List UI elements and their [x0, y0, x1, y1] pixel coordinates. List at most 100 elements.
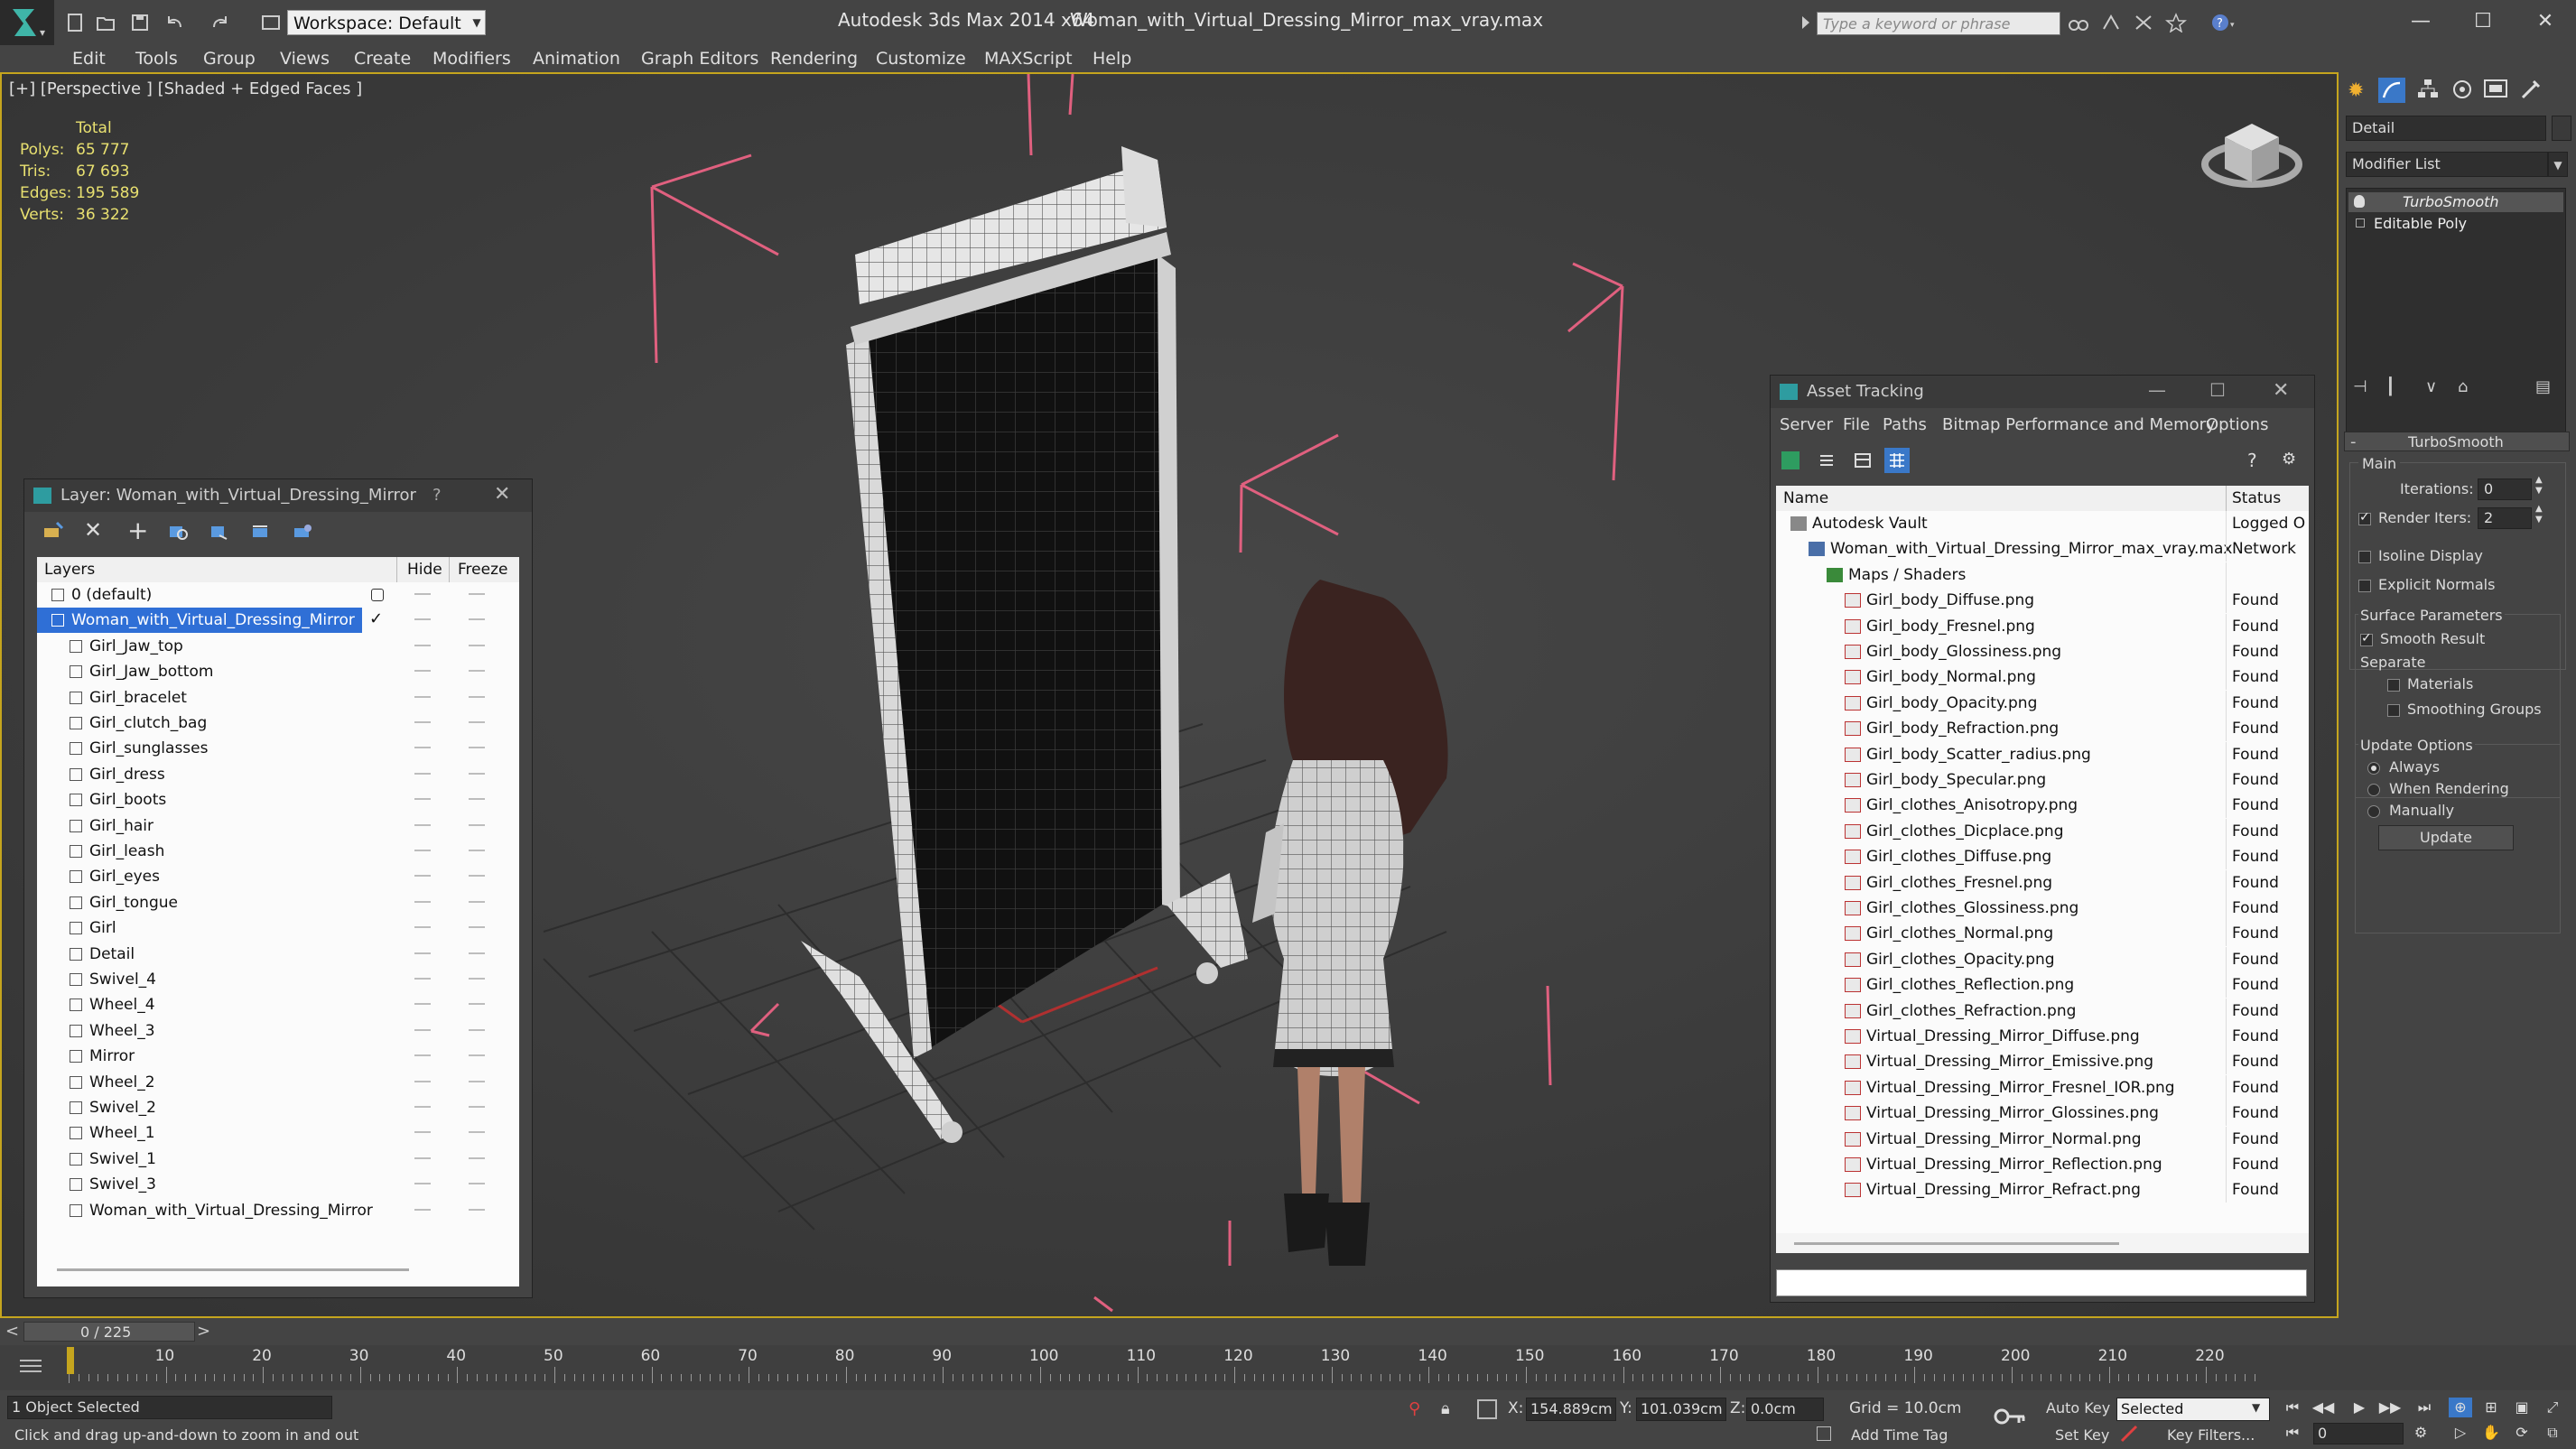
asset-row[interactable]: Girl_clothes_Opacity.png Found: [1776, 946, 2309, 972]
freeze-toggle[interactable]: [469, 900, 485, 903]
configure-sets-icon[interactable]: ▤: [2535, 377, 2551, 396]
create-tab-icon[interactable]: ✹: [2348, 79, 2364, 102]
menu-tools[interactable]: Tools: [135, 49, 178, 69]
always-radio[interactable]: [2367, 762, 2380, 775]
hide-toggle[interactable]: [414, 618, 431, 621]
asset-menu-file[interactable]: File: [1843, 415, 1870, 434]
time-slider[interactable]: < 0 / 225 >: [0, 1318, 2576, 1345]
hide-toggle[interactable]: [414, 747, 431, 749]
zoom-extents-icon[interactable]: ▣: [2510, 1398, 2534, 1417]
object-name-field[interactable]: Detail: [2346, 116, 2546, 141]
key-mode-icon[interactable]: ⏮: [2281, 1423, 2304, 1443]
freeze-toggle[interactable]: [469, 1131, 485, 1134]
hide-toggle[interactable]: [414, 823, 431, 826]
column-layers[interactable]: Layers: [44, 561, 95, 579]
isolate-selection-icon[interactable]: ⚲: [1409, 1399, 1420, 1418]
layer-row[interactable]: Wheel_4: [37, 992, 516, 1017]
layer-row[interactable]: Detail: [37, 942, 516, 967]
menu-edit[interactable]: Edit: [72, 49, 106, 69]
communication-icon[interactable]: [2133, 13, 2154, 33]
smooth-result-checkbox[interactable]: [2360, 631, 2373, 646]
viewport-label[interactable]: [+] [Perspective ] [Shaded + Edged Faces…: [9, 79, 362, 98]
modifier-list-dropdown[interactable]: Modifier List: [2346, 152, 2548, 177]
when-rendering-radio[interactable]: [2367, 784, 2380, 796]
freeze-toggle[interactable]: [469, 1080, 485, 1082]
pan-view-icon[interactable]: ✋: [2479, 1423, 2503, 1443]
freeze-toggle[interactable]: [469, 618, 485, 621]
asset-row[interactable]: Girl_clothes_Refraction.png Found: [1776, 998, 2309, 1024]
project-folder-icon[interactable]: [260, 13, 282, 33]
lightbulb-icon[interactable]: [2354, 195, 2365, 208]
orbit-icon[interactable]: ⟳: [2510, 1423, 2534, 1443]
layer-row[interactable]: Girl_bracelet: [37, 685, 516, 711]
asset-row[interactable]: Girl_body_Scatter_radius.png Found: [1776, 741, 2309, 767]
minimize-button[interactable]: —: [2400, 5, 2441, 38]
object-color-swatch[interactable]: [2552, 116, 2571, 141]
iterations-spinner[interactable]: 0: [2478, 478, 2532, 500]
layer-row[interactable]: Girl_clutch_bag: [37, 711, 516, 736]
menu-maxscript[interactable]: MAXScript: [984, 49, 1073, 69]
freeze-toggle[interactable]: [469, 850, 485, 851]
render-iters-spinner[interactable]: 2: [2478, 507, 2532, 529]
asset-row[interactable]: Girl_body_Refraction.png Found: [1776, 716, 2309, 742]
freeze-toggle[interactable]: [469, 1208, 485, 1211]
show-end-result-icon[interactable]: ┃: [2385, 377, 2395, 396]
freeze-toggle[interactable]: [469, 772, 485, 775]
motion-tab-icon[interactable]: [2450, 78, 2474, 101]
hide-toggle[interactable]: [414, 1054, 431, 1057]
dialog-titlebar[interactable]: Asset Tracking — ☐ ✕: [1771, 376, 2314, 408]
minimize-icon[interactable]: —: [2148, 379, 2166, 401]
menu-views[interactable]: Views: [280, 49, 330, 69]
freeze-toggle[interactable]: [469, 670, 485, 673]
list-view-icon[interactable]: [1818, 451, 1836, 469]
freeze-toggle[interactable]: [469, 593, 485, 595]
asset-row[interactable]: Girl_clothes_Normal.png Found: [1776, 921, 2309, 947]
layer-row[interactable]: Swivel_3: [37, 1172, 516, 1197]
maximize-button[interactable]: ☐: [2462, 5, 2504, 38]
asset-row[interactable]: Virtual_Dressing_Mirror_Emissive.png Foun…: [1776, 1049, 2309, 1075]
freeze-toggle[interactable]: [469, 1028, 485, 1031]
chevron-down-icon[interactable]: ▼: [2252, 1401, 2260, 1414]
column-hide[interactable]: Hide: [407, 561, 442, 579]
freeze-toggle[interactable]: [469, 695, 485, 698]
asset-row[interactable]: Girl_clothes_Fresnel.png Found: [1776, 869, 2309, 896]
zoom-icon[interactable]: ⊕: [2449, 1398, 2472, 1417]
layer-row[interactable]: Swivel_4: [37, 967, 516, 992]
stack-item-turbosmooth[interactable]: TurboSmooth: [2348, 192, 2563, 212]
menu-animation[interactable]: Animation: [533, 49, 620, 69]
asset-row[interactable]: Virtual_Dressing_Mirror_Refract.png Found: [1776, 1177, 2309, 1203]
highlight-layer-icon[interactable]: [209, 521, 230, 541]
asset-row[interactable]: Virtual_Dressing_Mirror_Glossines.png Fou…: [1776, 1101, 2309, 1127]
menu-modifiers[interactable]: Modifiers: [432, 49, 511, 69]
expand-icon[interactable]: [2356, 218, 2365, 228]
update-button[interactable]: Update: [2378, 825, 2514, 850]
asset-row[interactable]: Woman_with_Virtual_Dressing_Mirror_max_v…: [1776, 536, 2309, 562]
explicit-normals-checkbox[interactable]: [2358, 580, 2371, 592]
hide-toggle[interactable]: [414, 593, 431, 595]
freeze-toggle[interactable]: [469, 952, 485, 954]
search-input[interactable]: Type a keyword or phrase: [1817, 12, 2060, 35]
layer-row[interactable]: Woman_with_Virtual_Dressing_Mirror: [37, 1198, 516, 1223]
spinner-arrows-icon[interactable]: ▲ ▼: [2535, 504, 2543, 525]
time-slider-thumb[interactable]: 0 / 225: [23, 1322, 195, 1342]
freeze-toggle[interactable]: [469, 1054, 485, 1057]
track-bar[interactable]: 10 20 30 40 50 60 70 80 90 100 110 120 130 140 150 160 1…: [0, 1345, 2576, 1390]
asset-row[interactable]: Maps / Shaders: [1776, 562, 2309, 588]
z-coordinate[interactable]: 0.0cm: [1746, 1398, 1824, 1421]
layer-row[interactable]: Wheel_1: [37, 1120, 516, 1146]
column-freeze[interactable]: Freeze: [458, 561, 507, 579]
add-to-layer-icon[interactable]: +: [127, 516, 148, 545]
asset-row[interactable]: Virtual_Dressing_Mirror_Reflection.png Fo…: [1776, 1152, 2309, 1177]
maximize-icon[interactable]: ☐: [2209, 379, 2226, 401]
layer-row[interactable]: Girl: [37, 915, 516, 941]
menu-graph-editors[interactable]: Graph Editors: [641, 49, 758, 69]
freeze-toggle[interactable]: [469, 1183, 485, 1185]
close-icon[interactable]: ✕: [494, 483, 510, 506]
y-coordinate[interactable]: 101.039cm: [1636, 1398, 1726, 1421]
hide-toggle[interactable]: [414, 1156, 431, 1159]
hide-toggle[interactable]: [414, 900, 431, 903]
asset-menu-server[interactable]: Server: [1780, 415, 1833, 434]
delete-layer-icon[interactable]: ✕: [84, 517, 102, 543]
hide-toggle[interactable]: [414, 850, 431, 851]
hide-toggle[interactable]: [414, 772, 431, 775]
